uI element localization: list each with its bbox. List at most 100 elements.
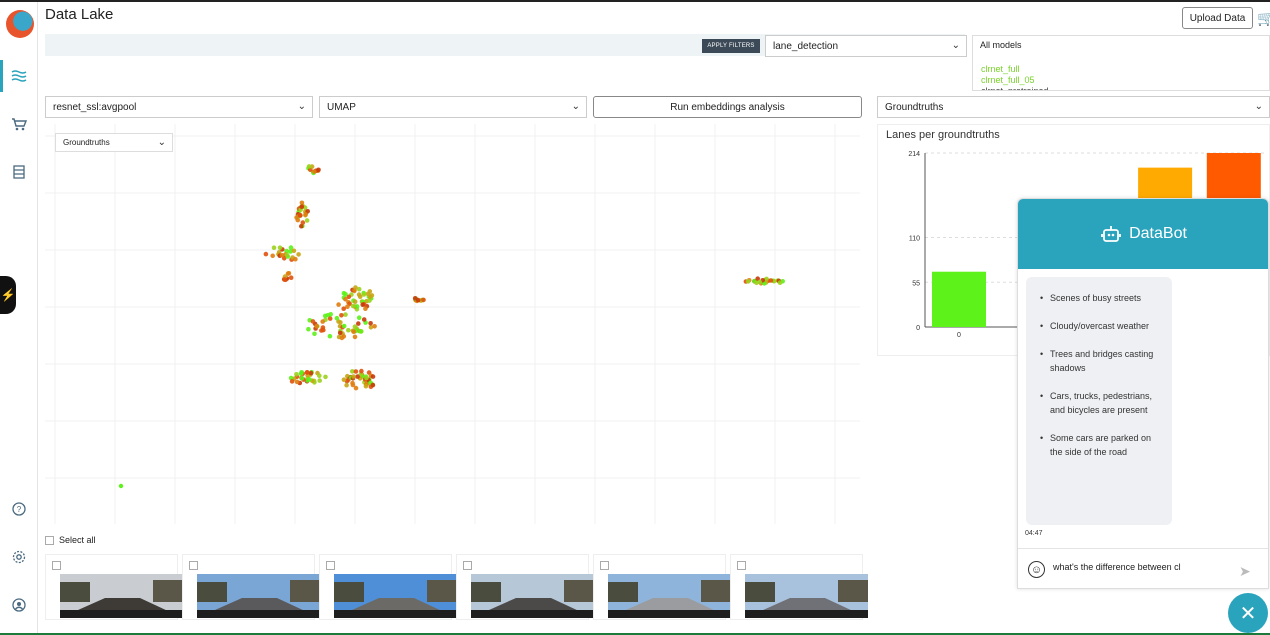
scatter-point[interactable]: [314, 323, 320, 329]
model-item[interactable]: clrnet_pretrained: [981, 86, 1049, 90]
road-scene-thumbnail[interactable]: [60, 574, 183, 618]
scatter-point[interactable]: [299, 375, 305, 381]
scatter-point[interactable]: [356, 321, 361, 326]
scatter-point[interactable]: [334, 315, 340, 321]
scatter-point[interactable]: [757, 279, 763, 285]
select-all[interactable]: Select all: [45, 535, 96, 545]
thumbnail-checkbox[interactable]: [326, 561, 335, 570]
scatter-point[interactable]: [350, 303, 356, 309]
scatter-point[interactable]: [353, 285, 358, 290]
scatter-point[interactable]: [312, 331, 317, 337]
scatter-point[interactable]: [339, 313, 344, 318]
scatter-point[interactable]: [271, 245, 277, 250]
app-logo[interactable]: [6, 10, 34, 38]
color-by-select[interactable]: Groundtruths ⌄: [55, 133, 173, 152]
scatter-point[interactable]: [415, 297, 421, 303]
scatter-point[interactable]: [363, 383, 369, 389]
waves-icon[interactable]: [9, 66, 29, 86]
bar[interactable]: [932, 271, 986, 327]
embedding-model-select[interactable]: resnet_ssl:avgpool ⌄: [45, 96, 313, 118]
scatter-point[interactable]: [320, 319, 326, 324]
scatter-point[interactable]: [308, 370, 314, 376]
scatter-point[interactable]: [351, 329, 357, 335]
thumbnail-checkbox[interactable]: [600, 561, 609, 570]
embeddings-scatter-plot[interactable]: [45, 124, 860, 524]
scatter-point[interactable]: [299, 204, 305, 210]
scatter-point[interactable]: [341, 323, 347, 329]
thumbnail-checkbox[interactable]: [737, 561, 746, 570]
thumbnail-checkbox[interactable]: [189, 561, 198, 570]
scatter-point[interactable]: [327, 333, 333, 339]
scatter-point[interactable]: [307, 377, 312, 382]
dataset-select[interactable]: lane_detection ⌄: [765, 35, 967, 57]
scatter-point[interactable]: [312, 169, 317, 174]
scatter-point[interactable]: [317, 373, 322, 378]
scatter-point[interactable]: [363, 306, 368, 311]
scatter-point[interactable]: [300, 220, 306, 225]
apply-filters-button[interactable]: APPLY FILTERS: [702, 39, 760, 53]
scatter-point[interactable]: [303, 212, 308, 217]
scatter-point[interactable]: [270, 253, 275, 259]
scatter-point[interactable]: [304, 218, 310, 223]
scatter-point[interactable]: [353, 369, 359, 374]
scatter-point[interactable]: [341, 377, 347, 382]
scatter-point[interactable]: [372, 324, 377, 329]
scatter-point[interactable]: [322, 313, 328, 319]
chart-groundtruths-select[interactable]: Groundtruths ⌄: [877, 96, 1270, 118]
scatter-point[interactable]: [359, 368, 364, 374]
models-list[interactable]: All models clrnet_full clrnet_full_05 cl…: [972, 35, 1270, 91]
scatter-point[interactable]: [285, 271, 291, 276]
upload-data-button[interactable]: Upload Data: [1182, 7, 1253, 29]
scatter-point[interactable]: [341, 290, 347, 296]
scatter-point[interactable]: [299, 370, 304, 375]
scatter-point[interactable]: [352, 324, 358, 329]
scatter-point[interactable]: [367, 289, 373, 294]
scatter-point[interactable]: [317, 378, 323, 383]
thumbnail-checkbox[interactable]: [463, 561, 472, 570]
scatter-point[interactable]: [421, 297, 426, 303]
scatter-point[interactable]: [310, 319, 316, 324]
scatter-point[interactable]: [118, 483, 124, 489]
settings-icon[interactable]: [9, 547, 29, 567]
scatter-point[interactable]: [277, 245, 283, 250]
thumbnail-checkbox[interactable]: [52, 561, 61, 570]
road-scene-thumbnail[interactable]: [745, 574, 868, 618]
scatter-point[interactable]: [306, 164, 312, 169]
thumbnail-card[interactable]: [593, 554, 731, 620]
send-icon[interactable]: ➤: [1239, 563, 1251, 580]
help-icon[interactable]: ?: [9, 499, 29, 519]
thumbnail-card[interactable]: [456, 554, 594, 620]
scatter-point[interactable]: [353, 385, 359, 391]
scatter-point[interactable]: [284, 252, 290, 258]
scatter-point[interactable]: [370, 382, 376, 388]
scatter-point[interactable]: [358, 329, 363, 334]
model-item[interactable]: clrnet_full: [981, 64, 1020, 74]
thumbnail-card[interactable]: [319, 554, 457, 620]
scatter-point[interactable]: [344, 382, 349, 388]
scatter-point[interactable]: [263, 251, 269, 257]
scatter-point[interactable]: [282, 277, 287, 282]
scatter-point[interactable]: [768, 278, 774, 283]
scatter-point[interactable]: [367, 298, 372, 303]
scatter-point[interactable]: [355, 374, 360, 379]
lightning-icon[interactable]: ⚡: [0, 276, 16, 314]
scatter-point[interactable]: [352, 299, 358, 304]
scatter-point[interactable]: [304, 370, 310, 375]
select-all-checkbox[interactable]: [45, 535, 54, 545]
scatter-point[interactable]: [346, 327, 351, 333]
scatter-point[interactable]: [343, 312, 348, 317]
scatter-point[interactable]: [341, 306, 347, 311]
scatter-point[interactable]: [354, 304, 360, 309]
scatter-point[interactable]: [351, 374, 356, 379]
scatter-point[interactable]: [289, 379, 295, 384]
scatter-point[interactable]: [296, 252, 301, 257]
scatter-point[interactable]: [279, 253, 285, 258]
scatter-point[interactable]: [293, 256, 298, 262]
scatter-point[interactable]: [288, 275, 294, 280]
scatter-point[interactable]: [299, 200, 305, 206]
scatter-point[interactable]: [361, 292, 367, 297]
scatter-point[interactable]: [364, 375, 369, 381]
scatter-point[interactable]: [327, 316, 333, 321]
scatter-point[interactable]: [341, 334, 347, 339]
shopping-cart-icon[interactable]: 🛒: [1257, 10, 1270, 27]
